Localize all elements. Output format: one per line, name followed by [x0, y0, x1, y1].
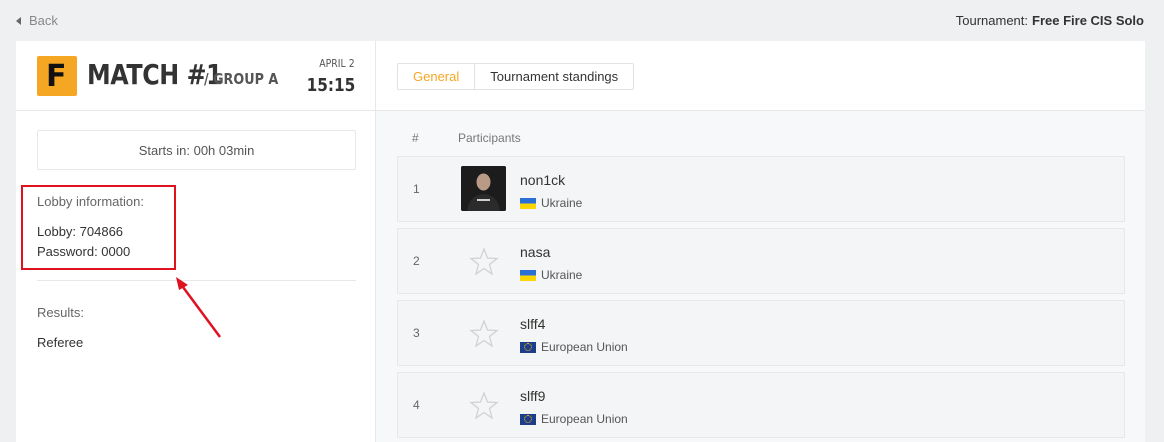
back-arrow-icon: [16, 16, 21, 25]
lobby-info-label: Lobby information:: [37, 194, 144, 209]
country-name: European Union: [541, 340, 628, 354]
game-logo-icon: F: [37, 56, 77, 96]
player-photo-icon: [461, 166, 506, 211]
participant-row[interactable]: 4 slff9 European Union: [397, 372, 1125, 438]
star-icon: [469, 319, 499, 348]
logo-letter: F: [46, 59, 67, 94]
match-title: MATCH #1: [87, 58, 223, 91]
country-name: Ukraine: [541, 196, 583, 210]
tournament-info: Tournament: Free Fire CIS Solo: [956, 13, 1144, 28]
lobby-password: Password: 0000: [37, 244, 131, 259]
eu-flag-icon: [520, 341, 536, 353]
participant-country: Ukraine: [520, 196, 582, 210]
participant-country: Ukraine: [520, 268, 582, 282]
match-date: APRIL 2: [319, 57, 355, 70]
participant-country: European Union: [520, 412, 628, 426]
annotation-arrow-icon: [176, 277, 222, 338]
match-details: Starts in: 00h 03min Lobby information: …: [16, 111, 376, 442]
participant-name[interactable]: slff9: [520, 388, 545, 404]
tab-general[interactable]: General: [398, 64, 476, 89]
participant-row[interactable]: 3 slff4 European Union: [397, 300, 1125, 366]
participant-number: 2: [413, 254, 420, 268]
participants-panel: # Participants 1 non1ck Ukraine 2 nasa U…: [376, 111, 1145, 442]
participant-avatar: [461, 166, 506, 211]
ua-flag-icon: [520, 269, 536, 281]
participant-row[interactable]: 2 nasa Ukraine: [397, 228, 1125, 294]
lobby-number: Lobby: 704866: [37, 224, 124, 239]
referee-label: Referee: [37, 335, 84, 350]
participant-row[interactable]: 1 non1ck Ukraine: [397, 156, 1125, 222]
eu-flag-icon: [520, 413, 536, 425]
star-icon: [469, 391, 499, 420]
country-name: European Union: [541, 412, 628, 426]
match-header: F MATCH #1 / GROUP A APRIL 2 15:15: [16, 41, 376, 111]
column-header-participants: Participants: [458, 131, 521, 145]
participant-name[interactable]: non1ck: [520, 172, 565, 188]
ua-flag-icon: [520, 197, 536, 209]
participant-number: 1: [413, 182, 420, 196]
starts-in-box: Starts in: 00h 03min: [37, 130, 356, 170]
country-name: Ukraine: [541, 268, 583, 282]
participant-name[interactable]: nasa: [520, 244, 550, 260]
tab-tournament-standings[interactable]: Tournament standings: [475, 64, 633, 89]
star-icon: [469, 247, 499, 276]
top-bar: Back Tournament: Free Fire CIS Solo: [0, 0, 1164, 42]
participant-name[interactable]: slff4: [520, 316, 545, 332]
match-time: 15:15: [306, 75, 355, 96]
match-card: F MATCH #1 / GROUP A APRIL 2 15:15 Start…: [16, 41, 1145, 442]
column-header-number: #: [412, 131, 419, 145]
participant-number: 4: [413, 398, 420, 412]
back-link[interactable]: Back: [16, 13, 58, 28]
tab-bar: General Tournament standings: [397, 63, 635, 90]
participant-number: 3: [413, 326, 420, 340]
tabs-header: General Tournament standings: [376, 41, 1145, 111]
tournament-name[interactable]: Free Fire CIS Solo: [1032, 13, 1144, 28]
participant-country: European Union: [520, 340, 628, 354]
results-label: Results:: [37, 305, 84, 320]
match-group: / GROUP A: [204, 70, 279, 88]
tournament-label: Tournament:: [955, 13, 1029, 28]
back-label: Back: [29, 13, 58, 28]
